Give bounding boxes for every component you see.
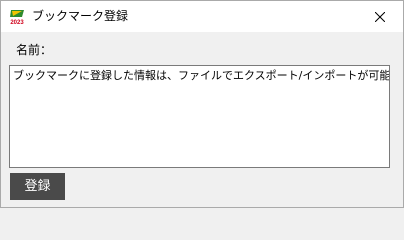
register-button[interactable]: 登録 xyxy=(10,173,65,200)
bookmark-dialog: 2023 ブックマーク登録 名前： ブックマークに登録した情報は、ファイルでエク… xyxy=(0,0,404,208)
name-textarea[interactable]: ブックマークに登録した情報は、ファイルでエクスポート/インポートが可能 xyxy=(9,65,390,168)
name-label: 名前： xyxy=(16,43,53,57)
svg-text:2023: 2023 xyxy=(10,20,24,25)
close-button[interactable] xyxy=(357,1,403,32)
window-title: ブックマーク登録 xyxy=(32,9,129,23)
name-textarea-value: ブックマークに登録した情報は、ファイルでエクスポート/インポートが可能 xyxy=(13,69,390,82)
title-bar: 2023 ブックマーク登録 xyxy=(1,1,403,32)
close-icon xyxy=(374,7,386,26)
app-logo-icon: 2023 xyxy=(9,9,25,26)
